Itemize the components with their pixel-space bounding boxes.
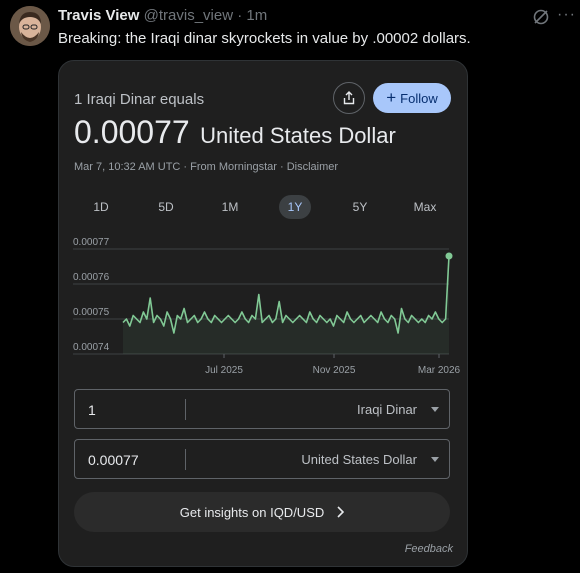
field-divider	[185, 449, 186, 470]
y-tick-label: 0.00074	[73, 342, 110, 353]
tweet-text: Breaking: the Iraqi dinar skyrockets in …	[58, 30, 471, 47]
feedback-link[interactable]: Feedback	[405, 543, 453, 555]
tweet-header: Travis View @travis_view · 1m	[58, 7, 267, 25]
from-amount-input[interactable]: 1	[88, 402, 96, 418]
x-tick-label: Mar 2026	[418, 365, 461, 376]
rate-meta: Mar 7, 10:32 AM UTC · From Morningstar ·…	[74, 161, 339, 173]
range-5y[interactable]: 5Y	[346, 195, 374, 219]
chevron-right-icon	[337, 506, 345, 518]
y-tick-label: 0.00076	[73, 272, 110, 283]
from-converter: 1 Iraqi Dinar	[74, 389, 450, 429]
range-1y[interactable]: 1Y	[279, 195, 311, 219]
plus-icon: +	[386, 88, 397, 107]
y-tick-label: 0.00075	[73, 307, 110, 318]
range-1d[interactable]: 1D	[87, 195, 115, 219]
series-area	[123, 256, 449, 354]
price-chart[interactable]: 0.00077 0.00076 0.00075 0.00074 Jul 2025 Nov …	[59, 236, 467, 381]
insights-label: Get insights on IQD/USD	[179, 504, 325, 520]
dropdown-caret-icon[interactable]	[431, 457, 439, 462]
author-name[interactable]: Travis View	[58, 7, 139, 24]
dropdown-caret-icon[interactable]	[431, 407, 439, 412]
more-icon[interactable]: ···	[557, 7, 575, 26]
field-divider	[185, 399, 186, 420]
to-amount-input[interactable]: 0.00077	[88, 452, 139, 468]
rate-value: 0.00077	[74, 114, 190, 150]
to-converter: 0.00077 United States Dollar	[74, 439, 450, 479]
x-tick-label: Jul 2025	[205, 365, 243, 376]
follow-button[interactable]: + Follow	[373, 83, 451, 113]
to-currency-select[interactable]: United States Dollar	[301, 452, 417, 467]
insights-button[interactable]: Get insights on IQD/USD	[74, 492, 450, 532]
rate-currency: United States Dollar	[200, 123, 396, 148]
exchange-value: 0.00077 United States Dollar	[74, 114, 396, 151]
currency-card: 1 Iraqi Dinar equals + Follow 0.00077 Un…	[58, 60, 468, 567]
card-title: 1 Iraqi Dinar equals	[74, 91, 205, 108]
grok-icon[interactable]	[532, 8, 550, 26]
last-point	[445, 252, 453, 260]
avatar[interactable]	[10, 6, 50, 46]
share-icon	[343, 91, 355, 105]
follow-label: Follow	[400, 90, 438, 106]
range-5d[interactable]: 5D	[152, 195, 180, 219]
x-tick-label: Nov 2025	[313, 365, 356, 376]
y-tick-label: 0.00077	[73, 237, 110, 248]
author-handle[interactable]: @travis_view	[144, 7, 233, 24]
range-1m[interactable]: 1M	[216, 195, 244, 219]
post-time[interactable]: · 1m	[237, 7, 267, 24]
range-max[interactable]: Max	[409, 195, 441, 219]
from-currency-select[interactable]: Iraqi Dinar	[357, 402, 417, 417]
tweet: Travis View @travis_view · 1m ··· Breaki…	[0, 0, 580, 573]
share-button[interactable]	[333, 82, 365, 114]
range-tabs: 1D 5D 1M 1Y 5Y Max	[59, 195, 467, 219]
